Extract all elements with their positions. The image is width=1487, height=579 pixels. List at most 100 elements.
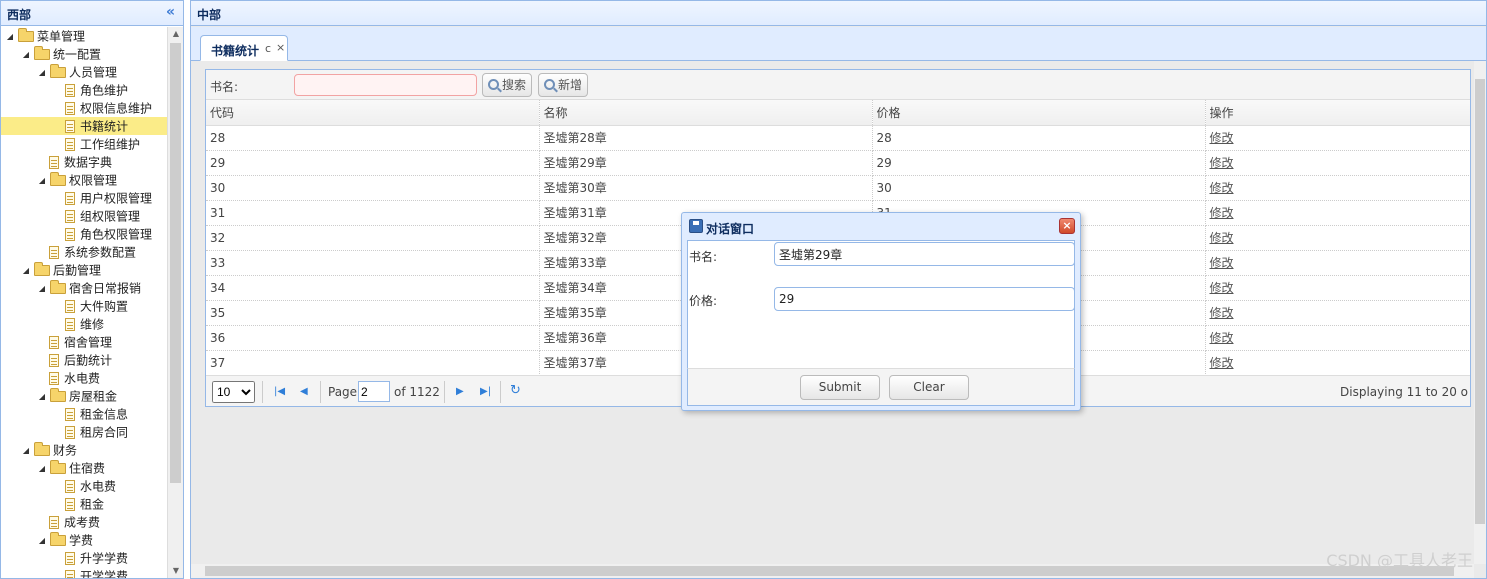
center-panel-title: 中部 [197, 8, 222, 22]
tree-node[interactable]: 数据字典 [1, 153, 167, 171]
tree-node[interactable]: ◢ 人员管理 [1, 63, 167, 81]
tree-node[interactable]: 角色维护 [1, 81, 167, 99]
center-scrollbar-thumb[interactable] [1475, 79, 1485, 524]
search-button[interactable]: 搜索 [482, 73, 533, 97]
edit-dialog: 对话窗口 × 书名: 价格: Submit Clear [681, 212, 1081, 411]
scroll-down-arrow-icon[interactable]: ▼ [168, 564, 184, 578]
price-field[interactable] [774, 287, 1075, 311]
tree-node[interactable]: 宿舍管理 [1, 333, 167, 351]
tree-node[interactable]: ◢ 统一配置 [1, 45, 167, 63]
tree-node[interactable]: 水电费 [1, 477, 167, 495]
table-row[interactable]: 30 圣墟第30章 30 修改 [206, 175, 1470, 201]
file-icon [49, 246, 59, 259]
expand-toggle-icon[interactable]: ◢ [37, 532, 47, 550]
add-button[interactable]: 新增 [538, 73, 589, 97]
tree-node[interactable]: ◢ 后勤管理 [1, 261, 167, 279]
tree-node[interactable]: 租金 [1, 495, 167, 513]
tree-node[interactable]: ◢ 菜单管理 [1, 27, 167, 45]
expand-toggle-icon[interactable]: ◢ [5, 28, 15, 46]
tree-node[interactable]: 租房合同 [1, 423, 167, 441]
column-header-price[interactable]: 价格 [872, 100, 1206, 126]
tab-title: 书籍统计 [211, 44, 260, 58]
edit-link[interactable]: 修改 [1210, 356, 1234, 370]
page-size-select[interactable]: 10 [212, 381, 255, 403]
tree-node[interactable]: 大件购置 [1, 297, 167, 315]
first-page-icon[interactable]: |◀ [274, 386, 285, 397]
expand-toggle-icon[interactable]: ◢ [37, 64, 47, 82]
tree-node[interactable]: 用户权限管理 [1, 189, 167, 207]
tree-node[interactable]: 角色权限管理 [1, 225, 167, 243]
scroll-up-arrow-icon[interactable]: ▲ [168, 27, 184, 41]
file-icon [65, 318, 75, 331]
edit-link[interactable]: 修改 [1210, 206, 1234, 220]
tree-node-label: 租金信息 [80, 407, 129, 422]
tree-node-label: 租金 [80, 497, 105, 512]
clear-button[interactable]: Clear [889, 375, 969, 400]
edit-link[interactable]: 修改 [1210, 181, 1234, 195]
edit-link[interactable]: 修改 [1210, 331, 1234, 345]
next-page-icon[interactable]: ▶ [456, 386, 464, 397]
tree-node[interactable]: ◢ 学费 [1, 531, 167, 549]
page-number-input[interactable] [358, 381, 390, 402]
expand-toggle-icon[interactable]: ◢ [37, 388, 47, 406]
tab-book-stats[interactable]: 书籍统计 c × [200, 35, 288, 61]
tree-node-label: 开学学费 [80, 569, 129, 579]
tree-node[interactable]: 升学学费 [1, 549, 167, 567]
tree-node[interactable]: 权限信息维护 [1, 99, 167, 117]
reload-icon[interactable]: ↻ [510, 383, 521, 398]
tree-node[interactable]: ◢ 房屋租金 [1, 387, 167, 405]
tree-node[interactable]: 书籍统计 [1, 117, 167, 135]
edit-link[interactable]: 修改 [1210, 306, 1234, 320]
dialog-close-icon[interactable]: × [1059, 218, 1075, 234]
table-row[interactable]: 29 圣墟第29章 29 修改 [206, 150, 1470, 176]
edit-link[interactable]: 修改 [1210, 256, 1234, 270]
expand-toggle-icon[interactable]: ◢ [37, 460, 47, 478]
column-header-code[interactable]: 代码 [206, 100, 540, 126]
close-icon[interactable]: × [276, 41, 285, 54]
edit-link[interactable]: 修改 [1210, 281, 1234, 295]
tree-node[interactable]: 开学学费 [1, 567, 167, 578]
edit-link[interactable]: 修改 [1210, 231, 1234, 245]
tree-node[interactable]: 租金信息 [1, 405, 167, 423]
edit-link[interactable]: 修改 [1210, 131, 1234, 145]
center-horizontal-scrollbar[interactable] [191, 564, 1474, 578]
tree-node-label: 宿舍管理 [64, 335, 113, 350]
expand-toggle-icon[interactable]: ◢ [37, 172, 47, 190]
tree-node[interactable]: 成考费 [1, 513, 167, 531]
tree-node[interactable]: 系统参数配置 [1, 243, 167, 261]
expand-toggle-icon[interactable]: ◢ [21, 46, 31, 64]
tree-node[interactable]: ◢ 宿舍日常报销 [1, 279, 167, 297]
expand-toggle-icon[interactable]: ◢ [21, 442, 31, 460]
column-header-name[interactable]: 名称 [539, 100, 873, 126]
center-scrollbar[interactable] [1474, 61, 1486, 564]
refresh-icon[interactable]: c [265, 42, 271, 55]
cell-action: 修改 [1205, 150, 1470, 176]
tree-node-label: 权限管理 [69, 173, 118, 188]
tree-node[interactable]: ◢ 住宿费 [1, 459, 167, 477]
tree-node-label: 角色权限管理 [80, 227, 153, 242]
tree-node[interactable]: 后勤统计 [1, 351, 167, 369]
submit-button[interactable]: Submit [800, 375, 880, 400]
expand-toggle-icon[interactable]: ◢ [37, 280, 47, 298]
collapse-left-icon[interactable]: « [166, 4, 175, 20]
column-header-action[interactable]: 操作 [1205, 100, 1470, 126]
horizontal-scrollbar-thumb[interactable] [205, 566, 1454, 576]
edit-link[interactable]: 修改 [1210, 156, 1234, 170]
dialog-header[interactable]: 对话窗口 × [682, 213, 1080, 240]
book-name-field[interactable] [774, 242, 1075, 266]
tree-node[interactable]: 工作组维护 [1, 135, 167, 153]
tree-node[interactable]: 组权限管理 [1, 207, 167, 225]
last-page-icon[interactable]: ▶| [480, 386, 491, 397]
cell-code: 29 [206, 150, 540, 176]
table-row[interactable]: 28 圣墟第28章 28 修改 [206, 125, 1470, 151]
west-scrollbar[interactable]: ▲ ▼ [167, 27, 183, 578]
expand-toggle-icon[interactable]: ◢ [21, 262, 31, 280]
west-scrollbar-thumb[interactable] [170, 43, 181, 483]
cell-action: 修改 [1205, 175, 1470, 201]
tree-node[interactable]: 维修 [1, 315, 167, 333]
book-name-search-input[interactable] [294, 74, 477, 96]
tree-node[interactable]: ◢ 权限管理 [1, 171, 167, 189]
tree-node[interactable]: ◢ 财务 [1, 441, 167, 459]
prev-page-icon[interactable]: ◀ [300, 386, 308, 397]
tree-node[interactable]: 水电费 [1, 369, 167, 387]
